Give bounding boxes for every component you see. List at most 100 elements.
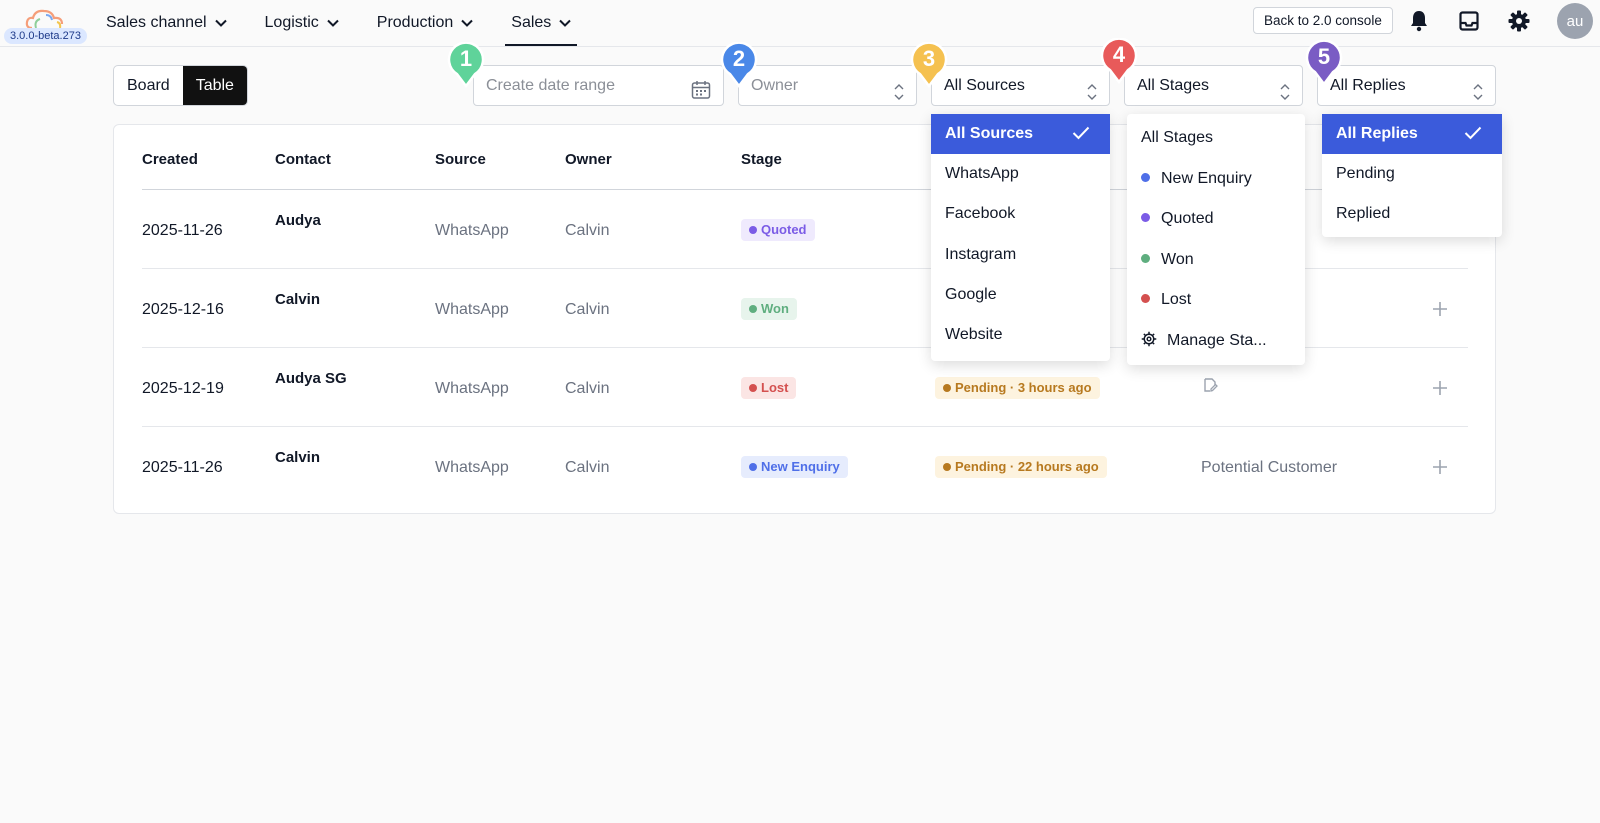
date-range-placeholder: Create date range <box>486 77 615 94</box>
source-option-google[interactable]: Google <box>931 275 1110 315</box>
contact-cell[interactable]: Calvin <box>275 449 320 466</box>
marker-pin: 1 <box>447 41 485 89</box>
source-option-instagram[interactable]: Instagram <box>931 235 1110 275</box>
updown-chevron-icon <box>1473 77 1483 116</box>
board-view-button[interactable]: Board <box>114 66 183 105</box>
stage-badge: New Enquiry <box>741 456 848 478</box>
replies-dropdown: All Replies Pending Replied <box>1322 114 1502 237</box>
updown-chevron-icon <box>1280 77 1290 116</box>
option-label: Lost <box>1161 291 1192 308</box>
stage-option-won[interactable]: Won <box>1127 240 1305 280</box>
stage-option-new-enquiry[interactable]: New Enquiry <box>1127 159 1305 199</box>
option-label: Manage Sta... <box>1167 332 1267 349</box>
chevron-down-icon <box>327 19 339 27</box>
nav-label: Sales channel <box>106 14 207 31</box>
source-cell: WhatsApp <box>435 459 509 476</box>
user-avatar[interactable]: au <box>1557 3 1593 39</box>
updown-chevron-icon <box>894 77 904 116</box>
stage-badge: Quoted <box>741 219 815 241</box>
owner-cell: Calvin <box>565 222 610 239</box>
reply-option-all[interactable]: All Replies <box>1322 114 1502 154</box>
column-header-created: Created <box>142 151 198 168</box>
contact-cell[interactable]: Audya <box>275 212 321 229</box>
option-label: Quoted <box>1161 210 1214 227</box>
calendar-icon <box>691 76 711 115</box>
manage-stages-option[interactable]: Manage Sta... <box>1127 321 1305 361</box>
stages-dropdown: All Stages New Enquiry Quoted Won Lost M… <box>1127 114 1305 365</box>
nav-sales[interactable]: Sales <box>505 0 578 46</box>
reply-option-replied[interactable]: Replied <box>1322 194 1502 234</box>
created-cell: 2025-11-26 <box>142 459 223 476</box>
view-toggle: Board Table <box>113 65 248 106</box>
sources-value: All Sources <box>944 77 1025 94</box>
version-badge: 3.0.0-beta.273 <box>4 28 87 44</box>
option-label: New Enquiry <box>1161 170 1252 187</box>
stages-select[interactable]: All Stages <box>1124 65 1303 106</box>
main-nav: Sales channel Logistic Production Sales <box>100 0 603 46</box>
created-cell: 2025-12-19 <box>142 380 224 397</box>
source-cell: WhatsApp <box>435 301 509 318</box>
reply-option-pending[interactable]: Pending <box>1322 154 1502 194</box>
marker-number: 3 <box>922 46 936 71</box>
status-dot <box>1141 173 1150 182</box>
source-cell: WhatsApp <box>435 380 509 397</box>
nav-label: Sales <box>511 14 552 31</box>
add-icon[interactable] <box>1432 380 1448 396</box>
status-dot <box>1141 294 1150 303</box>
stage-option-all[interactable]: All Stages <box>1127 118 1305 158</box>
owner-cell: Calvin <box>565 380 610 397</box>
source-option-whatsapp[interactable]: WhatsApp <box>931 154 1110 194</box>
owner-select[interactable]: Owner <box>738 65 917 106</box>
sources-dropdown: All Sources WhatsApp Facebook Instagram … <box>931 114 1110 361</box>
checkmark-icon <box>1072 126 1090 140</box>
bell-icon[interactable] <box>1408 10 1430 32</box>
marker-number: 1 <box>459 46 473 71</box>
add-icon[interactable] <box>1432 301 1448 317</box>
date-range-input[interactable]: Create date range <box>473 65 724 106</box>
checkmark-icon <box>1464 126 1482 140</box>
nav-production[interactable]: Production <box>371 0 480 46</box>
source-cell: WhatsApp <box>435 222 509 239</box>
marker-number: 2 <box>732 46 746 71</box>
created-cell: 2025-11-26 <box>142 222 223 239</box>
top-navigation-bar: 3.0.0-beta.273 Sales channel Logistic Pr… <box>0 0 1600 47</box>
column-header-contact: Contact <box>275 151 331 168</box>
reply-status-badge: Pending · 3 hours ago <box>935 377 1100 399</box>
created-cell: 2025-12-16 <box>142 301 224 318</box>
edit-note-icon[interactable] <box>1202 377 1218 393</box>
table-view-button[interactable]: Table <box>182 66 247 105</box>
inbox-icon[interactable] <box>1458 10 1480 32</box>
chevron-down-icon <box>461 19 473 27</box>
owner-cell: Calvin <box>565 459 610 476</box>
gear-icon[interactable] <box>1508 10 1530 32</box>
nav-label: Production <box>376 14 454 31</box>
marker-pin: 5 <box>1305 39 1343 87</box>
stage-option-lost[interactable]: Lost <box>1127 280 1305 320</box>
contact-cell[interactable]: Calvin <box>275 291 320 308</box>
nav-logistic[interactable]: Logistic <box>259 0 345 46</box>
nav-label: Logistic <box>264 14 319 31</box>
option-label: All Sources <box>945 125 1034 142</box>
contact-cell[interactable]: Audya SG <box>275 370 347 387</box>
option-label: All Replies <box>1336 125 1418 142</box>
stage-option-quoted[interactable]: Quoted <box>1127 199 1305 239</box>
replies-select[interactable]: All Replies <box>1317 65 1496 106</box>
marker-number: 5 <box>1317 44 1331 69</box>
sources-select[interactable]: All Sources <box>931 65 1110 106</box>
add-icon[interactable] <box>1432 459 1448 475</box>
stage-badge: Won <box>741 298 797 320</box>
column-header-owner: Owner <box>565 151 612 168</box>
note-cell: Potential Customer <box>1201 459 1338 476</box>
option-label: Won <box>1161 251 1194 268</box>
source-option-facebook[interactable]: Facebook <box>931 194 1110 234</box>
back-to-console-button[interactable]: Back to 2.0 console <box>1253 7 1393 34</box>
chevron-down-icon <box>214 19 227 27</box>
column-header-stage: Stage <box>741 151 782 168</box>
nav-sales-channel[interactable]: Sales channel <box>100 0 233 46</box>
column-header-source: Source <box>435 151 486 168</box>
source-option-all[interactable]: All Sources <box>931 114 1110 154</box>
source-option-website[interactable]: Website <box>931 315 1110 355</box>
status-dot <box>1141 213 1150 222</box>
gear-icon <box>1141 331 1157 347</box>
marker-number: 4 <box>1112 42 1126 67</box>
